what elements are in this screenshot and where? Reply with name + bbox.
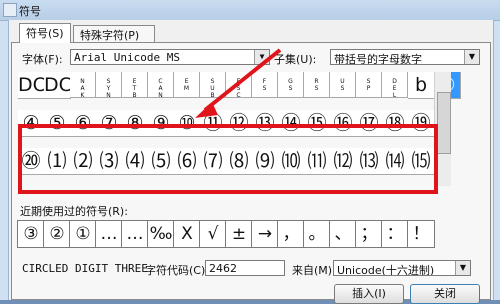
from-value: Unicode(十六进制): [337, 264, 435, 276]
recent-symbol[interactable]: ②: [43, 220, 71, 248]
char-code-input[interactable]: 2462: [205, 260, 285, 276]
recent-symbol[interactable]: ：: [381, 220, 409, 248]
recent-label: 近期使用过的符号(R):: [20, 205, 128, 218]
recent-symbol[interactable]: 。: [303, 220, 331, 248]
recent-symbol[interactable]: ±: [225, 220, 253, 248]
char-code-value: 2462: [209, 262, 237, 275]
close-button[interactable]: 关闭: [410, 284, 480, 304]
recent-symbol[interactable]: X: [173, 220, 201, 248]
recent-symbol[interactable]: √: [199, 220, 227, 248]
recent-symbol[interactable]: ！: [407, 220, 435, 248]
recent-symbol[interactable]: …: [95, 220, 123, 248]
char-code-label: 字符代码(C):: [145, 264, 209, 277]
recent-symbol[interactable]: →: [251, 220, 279, 248]
recent-symbol[interactable]: ，: [277, 220, 305, 248]
insert-button[interactable]: 插入(I): [334, 284, 404, 304]
tab-symbols[interactable]: 符号(S): [19, 23, 71, 43]
char-name: CIRCLED DIGIT THREE: [22, 262, 148, 275]
annotation-arrow: [195, 48, 282, 118]
from-select[interactable]: Unicode(十六进制) ▼: [333, 260, 471, 276]
recent-symbol[interactable]: ③: [17, 220, 45, 248]
recent-symbol[interactable]: …: [121, 220, 149, 248]
from-label: 来自(M):: [292, 264, 336, 277]
recent-symbol[interactable]: ‰: [147, 220, 175, 248]
recent-symbol[interactable]: ①: [69, 220, 97, 248]
recent-symbol[interactable]: ；: [355, 220, 383, 248]
recent-symbol[interactable]: 、: [329, 220, 357, 248]
chevron-down-icon[interactable]: ▼: [455, 261, 470, 275]
